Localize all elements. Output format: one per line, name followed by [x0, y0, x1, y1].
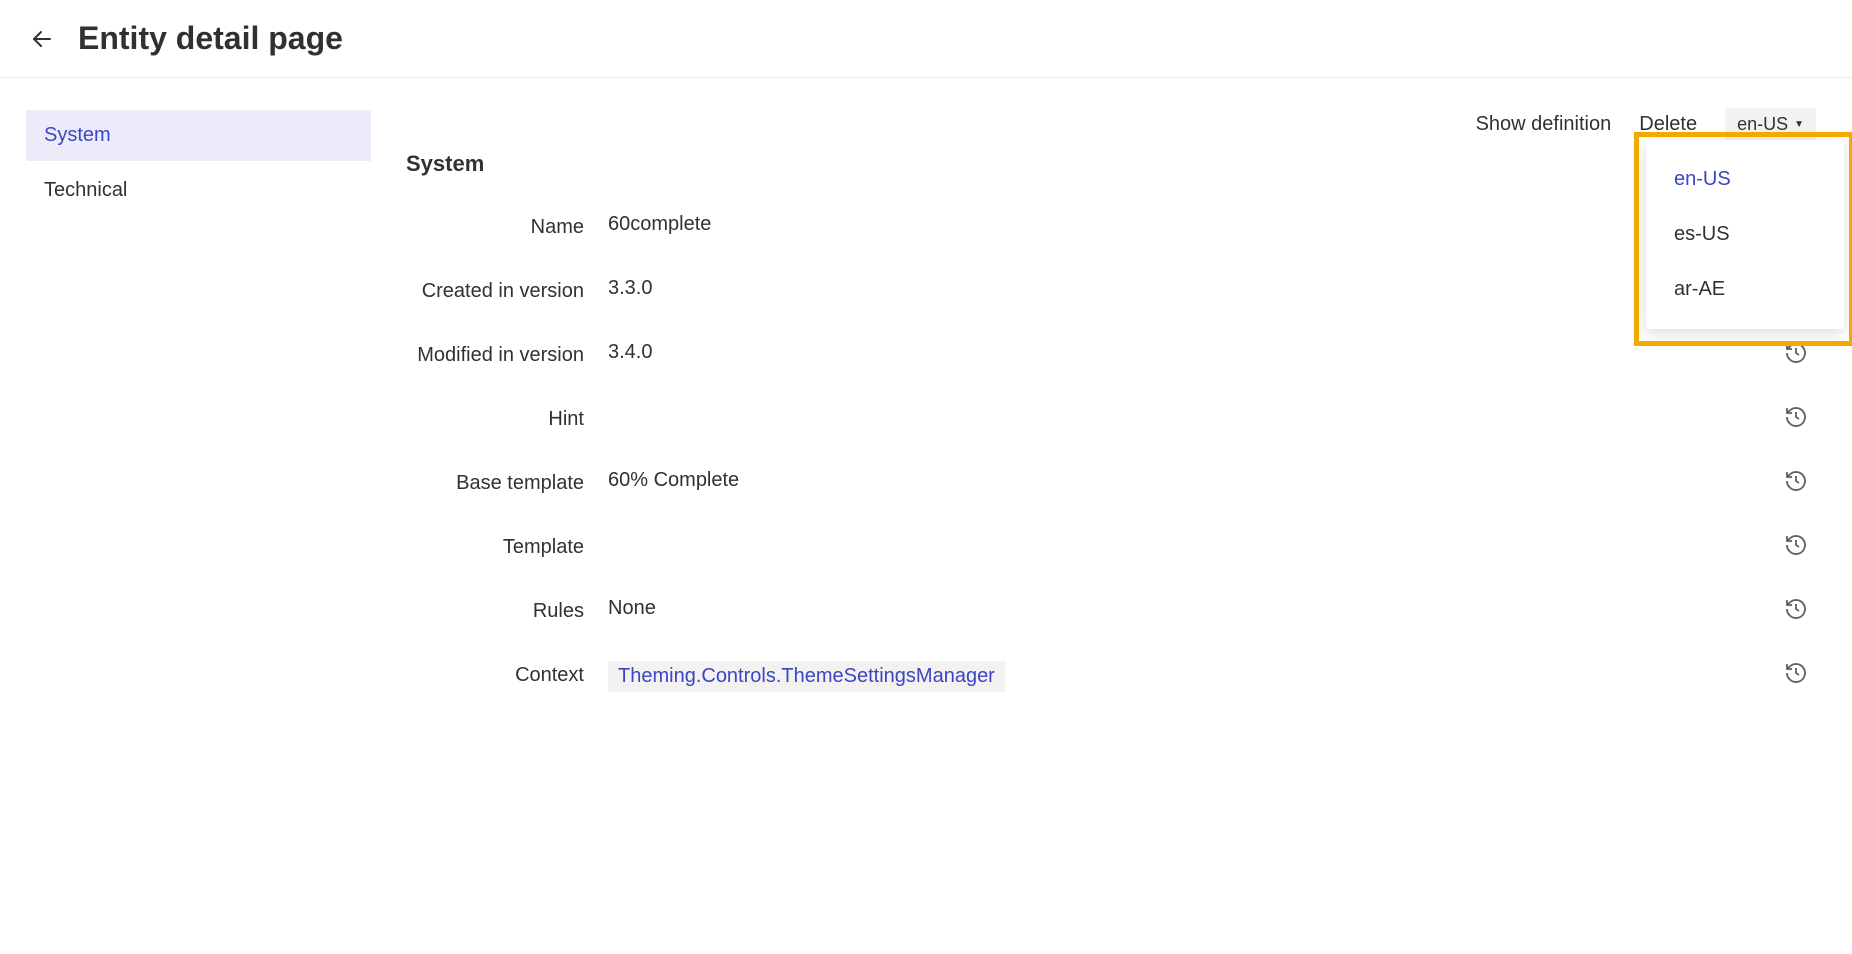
locale-option-en-us[interactable]: en-US [1646, 152, 1844, 207]
sidebar-item-technical[interactable]: Technical [26, 165, 371, 216]
field-label: Hint [406, 405, 584, 433]
main-layout: System Technical Show definition Delete … [0, 78, 1852, 748]
field-label: Modified in version [406, 341, 584, 369]
field-label: Created in version [406, 277, 584, 305]
history-icon[interactable] [1784, 533, 1808, 557]
sidebar: System Technical [0, 78, 370, 748]
locale-option-ar-ae[interactable]: ar-AE [1646, 262, 1844, 317]
field-value: 3.3.0 [608, 277, 1816, 300]
toolbar: Show definition Delete en-US ▼ [406, 108, 1816, 141]
sidebar-item-label: Technical [44, 179, 127, 201]
history-icon[interactable] [1784, 661, 1808, 685]
field-row-base-template: Base template 60% Complete [406, 469, 1816, 497]
back-arrow-icon[interactable] [28, 25, 56, 53]
locale-dropdown-button[interactable]: en-US ▼ [1725, 108, 1816, 141]
locale-option-es-us[interactable]: es-US [1646, 207, 1844, 262]
field-row-hint: Hint [406, 405, 1816, 433]
locale-dropdown-menu: en-US es-US ar-AE [1646, 140, 1844, 329]
field-value: None [608, 597, 1816, 620]
show-definition-button[interactable]: Show definition [1476, 113, 1612, 136]
field-value: 3.4.0 [608, 341, 1816, 364]
field-row-name: Name 60complete [406, 213, 1816, 241]
section-heading: System [406, 151, 1816, 177]
field-value: 60complete [608, 213, 1816, 236]
locale-selected-label: en-US [1737, 114, 1788, 135]
page-title: Entity detail page [78, 20, 343, 57]
field-label: Name [406, 213, 584, 241]
history-icon[interactable] [1784, 469, 1808, 493]
sidebar-item-label: System [44, 124, 111, 146]
field-row-context: Context Theming.Controls.ThemeSettingsMa… [406, 661, 1816, 692]
field-row-rules: Rules None [406, 597, 1816, 625]
field-value: 60% Complete [608, 469, 1816, 492]
sidebar-item-system[interactable]: System [26, 110, 371, 161]
field-label: Base template [406, 469, 584, 497]
caret-down-icon: ▼ [1794, 119, 1804, 130]
field-label: Context [406, 661, 584, 689]
history-icon[interactable] [1784, 341, 1808, 365]
content-area: Show definition Delete en-US ▼ en-US es-… [370, 78, 1852, 748]
field-row-created: Created in version 3.3.0 [406, 277, 1816, 305]
history-icon[interactable] [1784, 405, 1808, 429]
field-label: Template [406, 533, 584, 561]
field-value-link[interactable]: Theming.Controls.ThemeSettingsManager [608, 661, 1005, 692]
page-header: Entity detail page [0, 0, 1852, 78]
history-icon[interactable] [1784, 597, 1808, 621]
field-label: Rules [406, 597, 584, 625]
field-row-modified: Modified in version 3.4.0 [406, 341, 1816, 369]
field-row-template: Template [406, 533, 1816, 561]
delete-button[interactable]: Delete [1639, 113, 1697, 136]
